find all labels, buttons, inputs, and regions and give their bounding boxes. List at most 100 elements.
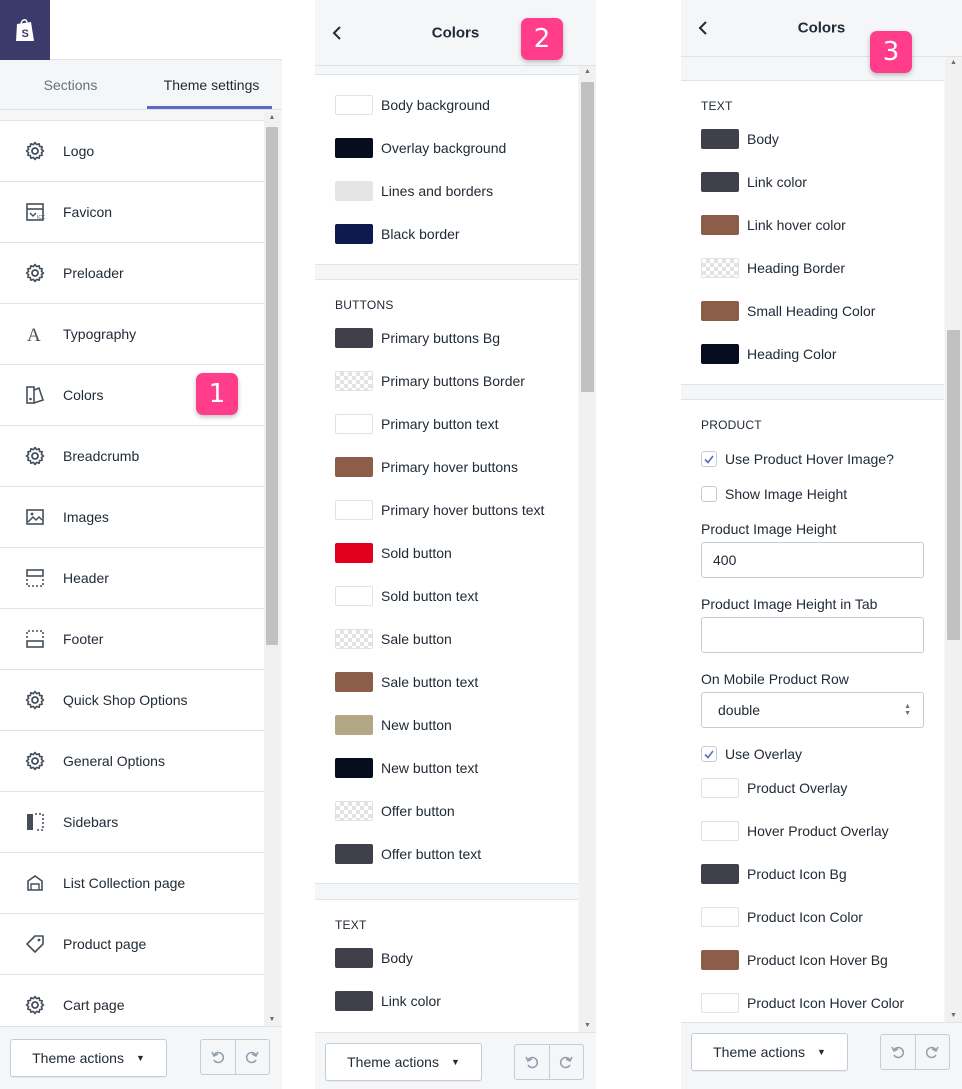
color-swatch[interactable] (335, 629, 373, 649)
use-overlay-checkbox[interactable] (701, 746, 717, 762)
color-swatch[interactable] (701, 258, 739, 278)
scrollbar-thumb[interactable] (266, 127, 278, 645)
color-swatch[interactable] (335, 543, 373, 563)
sidebar-item-list-collection-page[interactable]: List Collection page (0, 853, 264, 914)
color-setting-body[interactable]: Body (335, 948, 413, 968)
settings-scrollbar[interactable]: ▲ ▼ (264, 112, 280, 1026)
color-setting-product-icon-hover-color[interactable]: Product Icon Hover Color (701, 993, 904, 1013)
color-setting-lines-and-borders[interactable]: Lines and borders (335, 181, 493, 201)
color-setting-new-button[interactable]: New button (335, 715, 452, 735)
sidebar-item-product-page[interactable]: Product page (0, 914, 264, 975)
color-swatch[interactable] (335, 500, 373, 520)
color-swatch[interactable] (701, 864, 739, 884)
color-swatch[interactable] (335, 672, 373, 692)
image-height-tab-input[interactable] (701, 617, 924, 653)
redo-button[interactable] (234, 1040, 270, 1074)
color-swatch[interactable] (335, 715, 373, 735)
scrollbar-thumb[interactable] (581, 82, 594, 392)
color-setting-primary-hover-buttons-text[interactable]: Primary hover buttons text (335, 500, 544, 520)
sidebar-item-preloader[interactable]: Preloader (0, 243, 264, 304)
color-swatch[interactable] (335, 758, 373, 778)
theme-actions-button[interactable]: Theme actions ▼ (10, 1039, 167, 1077)
use-hover-image-checkbox[interactable] (701, 451, 717, 467)
color-swatch[interactable] (701, 344, 739, 364)
color-setting-link-color[interactable]: Link color (701, 172, 807, 192)
color-swatch[interactable] (701, 301, 739, 321)
tab-theme-settings[interactable]: Theme settings (141, 60, 282, 109)
colors-scrollbar[interactable]: ▲ ▼ (945, 57, 962, 1022)
sidebar-item-favicon[interactable]: ICO Favicon (0, 182, 264, 243)
redo-button[interactable] (548, 1045, 584, 1079)
color-setting-primary-hover-buttons[interactable]: Primary hover buttons (335, 457, 518, 477)
color-swatch[interactable] (335, 371, 373, 391)
color-setting-product-icon-bg[interactable]: Product Icon Bg (701, 864, 847, 884)
color-setting-hover-product-overlay[interactable]: Hover Product Overlay (701, 821, 889, 841)
scroll-up-icon[interactable]: ▲ (579, 66, 596, 78)
color-setting-product-overlay[interactable]: Product Overlay (701, 778, 847, 798)
color-swatch[interactable] (335, 414, 373, 434)
undo-button[interactable] (881, 1035, 915, 1069)
color-swatch[interactable] (335, 991, 373, 1011)
colors-scrollbar[interactable]: ▲ ▼ (579, 66, 596, 1032)
color-swatch[interactable] (701, 821, 739, 841)
color-setting-sold-button[interactable]: Sold button (335, 543, 452, 563)
scroll-down-icon[interactable]: ▼ (579, 1020, 596, 1032)
color-swatch[interactable] (701, 950, 739, 970)
scroll-down-icon[interactable]: ▼ (264, 1014, 280, 1026)
scroll-up-icon[interactable]: ▲ (945, 57, 962, 69)
color-swatch[interactable] (335, 224, 373, 244)
color-setting-sale-button[interactable]: Sale button (335, 629, 452, 649)
theme-actions-button[interactable]: Theme actions ▼ (325, 1043, 482, 1081)
undo-button[interactable] (201, 1040, 235, 1074)
color-setting-primary-buttons-border[interactable]: Primary buttons Border (335, 371, 525, 391)
color-setting-overlay-background[interactable]: Overlay background (335, 138, 506, 158)
scrollbar-thumb[interactable] (947, 330, 960, 640)
color-setting-link-hover-color[interactable]: Link hover color (701, 215, 846, 235)
color-swatch[interactable] (335, 801, 373, 821)
color-setting-primary-buttons-bg[interactable]: Primary buttons Bg (335, 328, 500, 348)
mobile-row-select[interactable]: double ▲ ▼ (701, 692, 924, 728)
color-setting-sale-button-text[interactable]: Sale button text (335, 672, 478, 692)
color-swatch[interactable] (335, 457, 373, 477)
color-setting-black-border[interactable]: Black border (335, 224, 460, 244)
show-image-height-checkbox[interactable] (701, 486, 717, 502)
color-swatch[interactable] (335, 328, 373, 348)
show-image-height-row[interactable]: Show Image Height (701, 486, 847, 502)
shopify-logo[interactable]: S (0, 0, 50, 60)
sidebar-item-general-options[interactable]: General Options (0, 731, 264, 792)
sidebar-item-quick-shop-options[interactable]: Quick Shop Options (0, 670, 264, 731)
color-swatch[interactable] (335, 844, 373, 864)
sidebar-item-header[interactable]: Header (0, 548, 264, 609)
undo-button[interactable] (515, 1045, 549, 1079)
color-swatch[interactable] (701, 993, 739, 1013)
color-swatch[interactable] (701, 129, 739, 149)
color-swatch[interactable] (701, 215, 739, 235)
color-setting-sold-button-text[interactable]: Sold button text (335, 586, 478, 606)
redo-button[interactable] (914, 1035, 950, 1069)
color-swatch[interactable] (335, 181, 373, 201)
sidebar-item-footer[interactable]: Footer (0, 609, 264, 670)
color-swatch[interactable] (335, 586, 373, 606)
color-setting-new-button-text[interactable]: New button text (335, 758, 478, 778)
color-setting-product-icon-hover-bg[interactable]: Product Icon Hover Bg (701, 950, 888, 970)
sidebar-item-breadcrumb[interactable]: Breadcrumb (0, 426, 264, 487)
tab-sections[interactable]: Sections (0, 60, 141, 109)
sidebar-item-logo[interactable]: Logo (0, 121, 264, 182)
color-swatch[interactable] (335, 948, 373, 968)
color-swatch[interactable] (335, 95, 373, 115)
sidebar-item-sidebars[interactable]: Sidebars (0, 792, 264, 853)
color-swatch[interactable] (701, 907, 739, 927)
sidebar-item-typography[interactable]: A Typography (0, 304, 264, 365)
image-height-input[interactable]: 400 (701, 542, 924, 578)
color-setting-heading-border[interactable]: Heading Border (701, 258, 845, 278)
color-setting-product-icon-color[interactable]: Product Icon Color (701, 907, 863, 927)
scroll-up-icon[interactable]: ▲ (264, 112, 280, 124)
theme-actions-button[interactable]: Theme actions ▼ (691, 1033, 848, 1071)
color-setting-small-heading-color[interactable]: Small Heading Color (701, 301, 875, 321)
sidebar-item-images[interactable]: Images (0, 487, 264, 548)
use-overlay-row[interactable]: Use Overlay (701, 746, 802, 762)
scroll-down-icon[interactable]: ▼ (945, 1010, 962, 1022)
color-setting-body-background[interactable]: Body background (335, 95, 490, 115)
color-setting-heading-color[interactable]: Heading Color (701, 344, 837, 364)
color-setting-body[interactable]: Body (701, 129, 779, 149)
